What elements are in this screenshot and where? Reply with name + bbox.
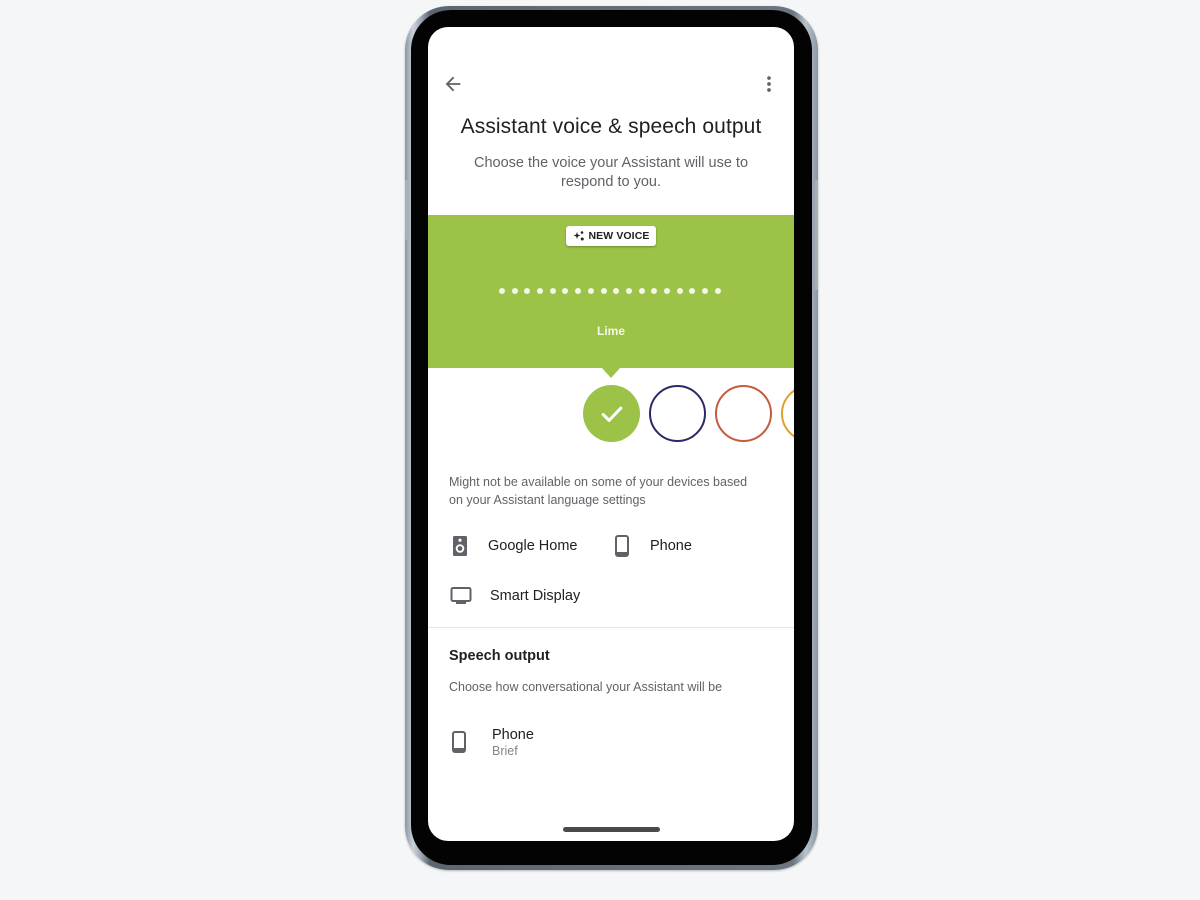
selected-voice-name: Lime: [596, 324, 625, 338]
device-google-home: Google Home: [450, 535, 577, 557]
phone-icon: [615, 535, 629, 557]
waveform-dot: [625, 288, 632, 294]
display-icon: [450, 587, 472, 604]
device-label: Phone: [650, 538, 692, 554]
voice-preview-panel[interactable]: NEW VOICE Lime: [428, 215, 794, 378]
top-app-bar: [428, 71, 794, 99]
check-icon: [601, 406, 622, 422]
waveform-dot: [613, 288, 620, 294]
device-phone: Phone: [612, 535, 692, 557]
voice-selector: [583, 385, 794, 442]
voice-swatch-voice-3[interactable]: [715, 385, 772, 442]
speaker-icon: [453, 536, 467, 556]
new-voice-badge: NEW VOICE: [566, 226, 656, 246]
speech-output-title: Speech output: [449, 648, 550, 664]
volume-button: [405, 180, 408, 240]
screen: Assistant voice & speech output Choose t…: [428, 27, 794, 841]
waveform-dot: [600, 288, 607, 294]
waveform-dot: [676, 288, 683, 294]
speech-output-subtitle: Choose how conversational your Assistant…: [449, 680, 723, 694]
waveform-dot: [702, 288, 708, 294]
waveform-dot: [575, 288, 582, 294]
waveform-dot: [562, 288, 569, 294]
speech-output-phone-row[interactable]: Phone Brief: [449, 722, 769, 762]
phone-icon: [452, 731, 466, 753]
voice-swatch-voice-4[interactable]: [781, 385, 794, 442]
waveform-dot: [714, 288, 721, 294]
waveform-dot: [549, 288, 556, 294]
waveform-dot: [651, 288, 658, 294]
output-device-label: Phone: [492, 726, 534, 743]
more-options-button[interactable]: [758, 73, 780, 95]
page-subtitle: Choose the voice your Assistant will use…: [473, 155, 749, 190]
sparkle-icon: [573, 231, 584, 241]
availability-note: Might not be available on some of your d…: [449, 475, 748, 507]
waveform-dot: [587, 288, 594, 294]
waveform-dot: [511, 288, 518, 294]
more-vert-icon: [767, 76, 771, 92]
back-button[interactable]: [442, 73, 464, 95]
waveform-dot: [524, 288, 531, 294]
voice-waveform: [499, 288, 721, 294]
new-voice-label: NEW VOICE: [588, 230, 650, 242]
device-label: Google Home: [488, 538, 578, 554]
voice-swatch-voice-2[interactable]: [649, 385, 706, 442]
device-label: Smart Display: [490, 588, 581, 604]
waveform-dot: [689, 288, 696, 294]
waveform-dot: [663, 288, 670, 294]
voice-swatch-lime[interactable]: [583, 385, 640, 442]
waveform-dot: [537, 288, 544, 294]
power-button: [815, 180, 818, 290]
waveform-dot: [499, 288, 505, 294]
page-title: Assistant voice & speech output: [460, 115, 762, 138]
panel-pointer: [602, 368, 620, 378]
output-setting-value: Brief: [492, 743, 518, 758]
device-smart-display: Smart Display: [450, 585, 580, 607]
arrow-back-icon: [445, 76, 461, 92]
waveform-dot: [638, 288, 645, 294]
section-divider: [428, 627, 794, 628]
home-indicator[interactable]: [563, 827, 660, 832]
